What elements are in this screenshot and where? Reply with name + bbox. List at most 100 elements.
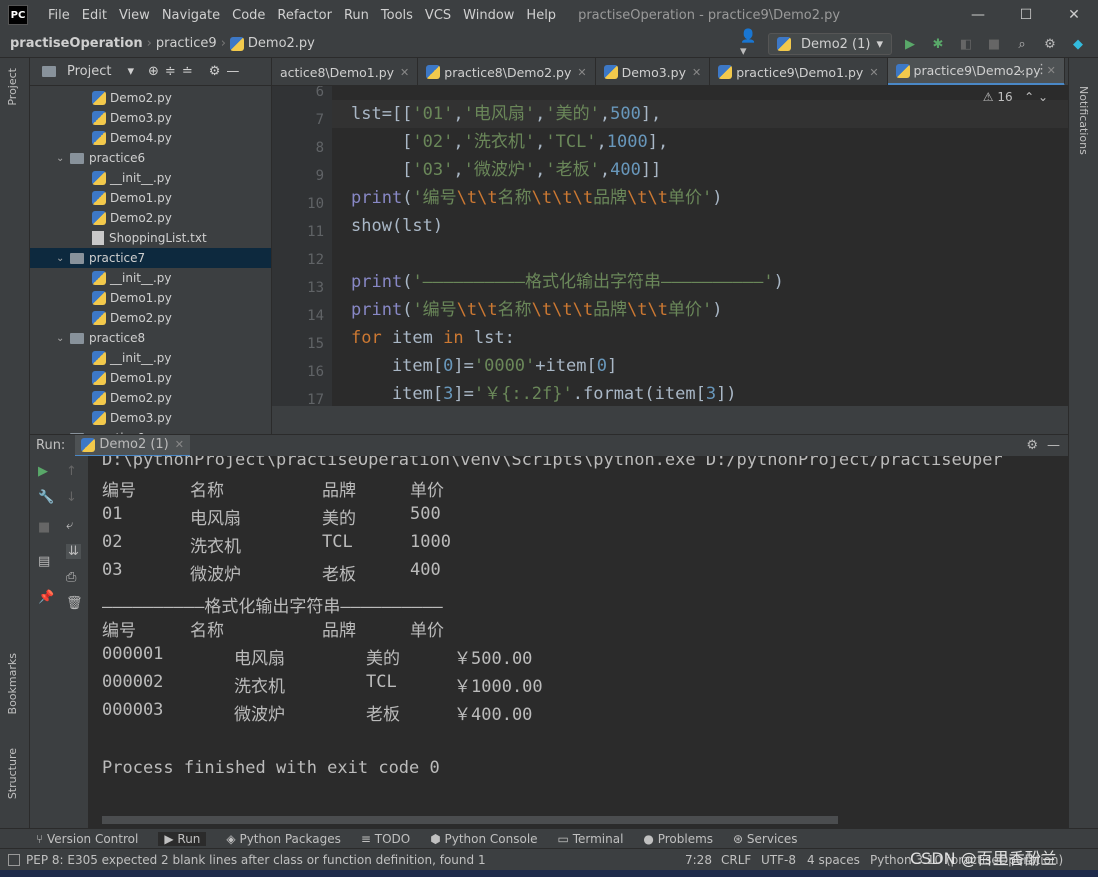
menu-window[interactable]: Window: [457, 8, 520, 23]
toolwindow-run[interactable]: ▶ Run: [158, 831, 207, 846]
locate-icon[interactable]: ⊕: [148, 64, 159, 79]
console-output[interactable]: D:\pythonProject\practiseOperation\venv\…: [88, 456, 1068, 828]
tree-file[interactable]: Demo1.py: [30, 288, 271, 308]
run-icon[interactable]: ▶: [900, 34, 920, 54]
project-view-label[interactable]: Project: [67, 64, 111, 79]
line-separator[interactable]: CRLF: [721, 853, 751, 867]
menu-file[interactable]: File: [42, 8, 76, 23]
notifications-tool-tab[interactable]: Notifications: [1077, 86, 1090, 155]
tree-folder[interactable]: ⌄ practice7: [30, 248, 271, 268]
editor-tab[interactable]: Demo3.py ✕: [596, 58, 711, 85]
toolwindow-python-console[interactable]: ⬢ Python Console: [430, 832, 537, 846]
tree-file[interactable]: __init__.py: [30, 268, 271, 288]
menu-navigate[interactable]: Navigate: [156, 8, 226, 23]
status-message[interactable]: PEP 8: E305 expected 2 blank lines after…: [26, 853, 486, 867]
menu-tools[interactable]: Tools: [375, 8, 419, 23]
breadcrumb-project[interactable]: practiseOperation: [10, 36, 143, 51]
minimize-icon[interactable]: —: [954, 0, 1002, 30]
run-configuration-select[interactable]: Demo2 (1) ▾: [768, 33, 892, 55]
tree-file[interactable]: Demo1.py: [30, 368, 271, 388]
close-tab-icon[interactable]: ✕: [869, 66, 878, 79]
collapse-all-icon[interactable]: ≐: [182, 64, 193, 79]
menu-refactor[interactable]: Refactor: [271, 8, 338, 23]
close-tab-icon[interactable]: ✕: [400, 66, 409, 79]
tree-file[interactable]: Demo3.py: [30, 408, 271, 428]
menu-help[interactable]: Help: [520, 8, 562, 23]
panel-settings-icon[interactable]: ⚙: [209, 64, 221, 79]
breadcrumb-file[interactable]: Demo2.py: [248, 36, 315, 51]
horizontal-scrollbar[interactable]: [102, 816, 838, 824]
tree-file[interactable]: Demo4.py: [30, 128, 271, 148]
stop-run-icon[interactable]: ■: [38, 520, 50, 535]
hide-run-panel-icon[interactable]: —: [1047, 438, 1060, 453]
tree-file[interactable]: Demo2.py: [30, 88, 271, 108]
user-icon[interactable]: 👤▾: [740, 29, 760, 59]
close-icon[interactable]: ✕: [1050, 0, 1098, 30]
tree-file[interactable]: Demo2.py: [30, 388, 271, 408]
tree-file[interactable]: Demo1.py: [30, 188, 271, 208]
expand-all-icon[interactable]: ≑: [165, 64, 176, 79]
tree-file[interactable]: Demo3.py: [30, 108, 271, 128]
clear-console-icon[interactable]: 🗑: [66, 596, 83, 611]
run-settings-icon[interactable]: ⚙: [1026, 438, 1038, 453]
file-encoding[interactable]: UTF-8: [761, 853, 796, 867]
caret-position[interactable]: 7:28: [685, 853, 712, 867]
code-editor[interactable]: 6 7 8 9 10 11 12 13 14 15 16 17 ⚠ 16 ⌃ ⌄ lst=[['01'…: [272, 86, 1068, 406]
rerun-icon[interactable]: ▶: [38, 464, 48, 479]
tab-overflow-icon[interactable]: ⌄ ⋮: [1016, 62, 1048, 77]
close-tab-icon[interactable]: ✕: [577, 66, 586, 79]
menu-vcs[interactable]: VCS: [419, 8, 457, 23]
scroll-down-icon[interactable]: ↓: [66, 490, 77, 505]
menu-edit[interactable]: Edit: [76, 8, 113, 23]
toolwindow-services[interactable]: ⊛ Services: [733, 832, 797, 846]
settings-gear-icon[interactable]: ⚙: [1040, 34, 1060, 54]
toolwindow-problems[interactable]: ● Problems: [643, 832, 713, 846]
menu-view[interactable]: View: [113, 8, 156, 23]
folder-icon: [70, 252, 84, 264]
menu-run[interactable]: Run: [338, 8, 375, 23]
inspection-warnings[interactable]: ⚠ 16 ⌃ ⌄: [983, 90, 1048, 104]
toolwindow-version-control[interactable]: ⑂ Version Control: [36, 832, 138, 846]
project-tool-tab[interactable]: Project: [6, 68, 19, 106]
tree-file[interactable]: Demo2.py: [30, 308, 271, 328]
editor-tab[interactable]: practice8\Demo2.py ✕: [418, 58, 596, 85]
breadcrumb-folder[interactable]: practice9: [156, 36, 217, 51]
plugin-icon[interactable]: ◆: [1068, 34, 1088, 54]
tree-file[interactable]: Demo2.py: [30, 208, 271, 228]
stop-icon[interactable]: ■: [984, 34, 1004, 54]
print-icon[interactable]: ⎙: [66, 570, 76, 585]
wrench-icon[interactable]: 🔧: [38, 490, 54, 505]
toolwindow-python-packages[interactable]: ◈ Python Packages: [226, 832, 340, 846]
close-tab-icon[interactable]: ✕: [692, 66, 701, 79]
layout-icon[interactable]: ▤: [38, 554, 50, 569]
toolwindow-terminal[interactable]: ▭ Terminal: [558, 832, 624, 846]
editor-tab[interactable]: actice8\Demo1.py ✕: [272, 58, 419, 85]
menu-code[interactable]: Code: [226, 8, 271, 23]
tree-file[interactable]: ShoppingList.txt: [30, 228, 271, 248]
expand-arrow-icon[interactable]: ⌄: [56, 253, 70, 264]
soft-wrap-icon[interactable]: ⤶: [66, 518, 73, 533]
chevron-down-icon[interactable]: ▾: [127, 64, 134, 79]
close-tab-icon[interactable]: ✕: [175, 438, 184, 451]
editor-tab[interactable]: practice9\Demo1.py ✕: [710, 58, 888, 85]
tree-folder[interactable]: ⌄ practice8: [30, 328, 271, 348]
run-tab[interactable]: Demo2 (1) ✕: [75, 434, 190, 457]
structure-tool-tab[interactable]: Structure: [6, 748, 19, 799]
expand-arrow-icon[interactable]: ⌄: [56, 333, 70, 344]
toolwindow-todo[interactable]: ≡ TODO: [361, 832, 410, 846]
debug-icon[interactable]: ✱: [928, 34, 948, 54]
tree-file[interactable]: __init__.py: [30, 348, 271, 368]
indent-setting[interactable]: 4 spaces: [807, 853, 860, 867]
maximize-icon[interactable]: ☐: [1002, 0, 1050, 30]
tree-file[interactable]: __init__.py: [30, 168, 271, 188]
coverage-icon[interactable]: ◧: [956, 34, 976, 54]
tree-folder[interactable]: ⌄ practice6: [30, 148, 271, 168]
pin-icon[interactable]: 📌: [38, 590, 54, 605]
expand-arrow-icon[interactable]: ⌄: [56, 153, 70, 164]
bookmarks-tool-tab[interactable]: Bookmarks: [6, 653, 19, 714]
hide-panel-icon[interactable]: —: [226, 64, 239, 79]
scroll-up-icon[interactable]: ↑: [66, 464, 77, 479]
search-icon[interactable]: ⌕: [1012, 34, 1032, 54]
scroll-to-end-icon[interactable]: ⇊: [66, 544, 81, 559]
status-toggle-icon[interactable]: [8, 853, 20, 866]
